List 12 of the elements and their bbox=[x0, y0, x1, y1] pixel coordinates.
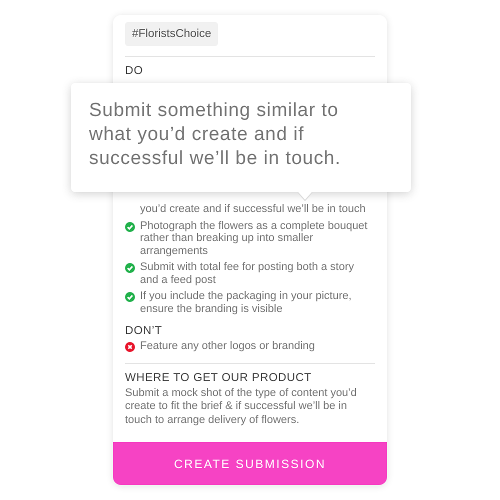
product-description: Submit a mock shot of the type of content you’d create to fit the brief & if successful we’ll be in touch to arrange delivery of flowers. bbox=[125, 386, 358, 427]
section-heading: DON’T bbox=[125, 325, 164, 337]
guideline-text: Feature any other logos or branding bbox=[140, 340, 315, 352]
guideline-text: Photograph the flowers as a complete bouquet rather than breaking up into smaller arrangements bbox=[140, 220, 368, 257]
create-submission-button[interactable]: CREATE SUBMISSION bbox=[113, 442, 387, 485]
guideline-text: you’d create and if successful we’ll be in touch bbox=[140, 203, 366, 216]
section-heading: DO bbox=[125, 65, 144, 77]
guideline-text: Submit with total fee for posting both a story and a feed post bbox=[140, 261, 356, 286]
tooltip-text: Submit something similar to what you’d create and if successful we’ll be in touch. bbox=[89, 99, 342, 171]
hashtag-chip: #FloristsChoice bbox=[125, 22, 218, 46]
section-heading: WHERE TO GET OUR PRODUCT bbox=[125, 372, 313, 384]
guideline-text: If you include the packaging in your picture, ensure the branding is visible bbox=[140, 290, 353, 315]
